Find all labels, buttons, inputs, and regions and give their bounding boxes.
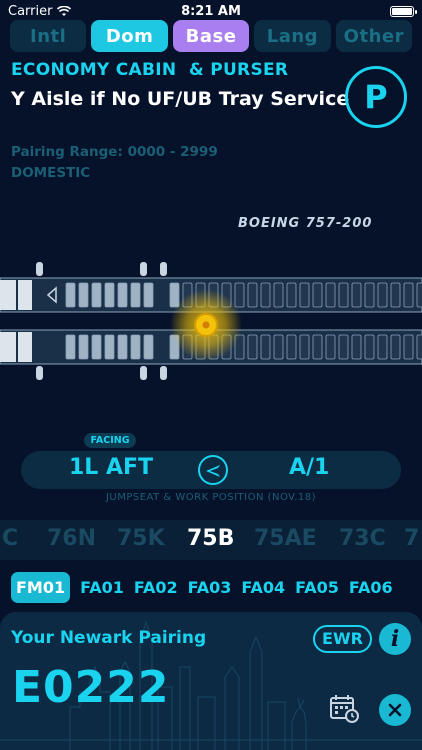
seat [234, 282, 245, 308]
close-button[interactable] [379, 694, 411, 726]
lav-right [0, 332, 16, 362]
pairing-card: Your Newark Pairing EWR i E0222 [0, 612, 422, 750]
tab-intl[interactable]: Intl [10, 20, 87, 52]
seat [286, 334, 297, 360]
jumpseat-caption: JUMPSEAT & WORK POSITION (NOV.18) [105, 492, 317, 503]
position-selector: FM01 FA01 FA02 FA03 FA04 FA05 FA06 [11, 570, 415, 604]
aircraft-name: BOEING 757-200 [238, 216, 373, 231]
galley-right [18, 332, 32, 362]
seat [312, 282, 323, 308]
seat-map[interactable] [0, 258, 422, 393]
seat [312, 334, 323, 360]
status-time: 8:21 AM [181, 3, 241, 19]
service-description: Y Aisle if No UF/UB Tray Service [11, 88, 350, 110]
seat [286, 282, 297, 308]
seat [338, 282, 349, 308]
picker-item[interactable]: 75K [117, 526, 165, 551]
position-fa05[interactable]: FA05 [295, 578, 339, 597]
seat [78, 334, 89, 360]
jumpseat-bar: 1L AFT A/1 [21, 451, 401, 489]
seat [143, 334, 154, 360]
seat [364, 334, 375, 360]
tab-base[interactable]: Base [172, 20, 250, 52]
facing-badge: FACING [84, 433, 136, 448]
pairing-title: Your Newark Pairing [11, 628, 207, 648]
tab-lang[interactable]: Lang [254, 20, 331, 52]
close-icon [388, 703, 402, 717]
seat [130, 334, 141, 360]
airport-chip[interactable]: EWR [313, 625, 372, 653]
seat [338, 334, 349, 360]
seat-rows-right [65, 334, 422, 360]
position-fa06[interactable]: FA06 [349, 578, 393, 597]
category-tabs: Intl Dom Base Lang Other [10, 20, 413, 52]
position-fm01[interactable]: FM01 [11, 571, 71, 603]
seat [403, 334, 414, 360]
pairing-picker[interactable]: C 76N 75K 75B 75AE 73C 7 [0, 520, 422, 560]
pairing-range: Pairing Range: 0000 - 2999 [11, 144, 218, 160]
seat [351, 282, 362, 308]
status-bar: Carrier 8:21 AM [0, 0, 422, 22]
seat-rows-left [65, 282, 422, 308]
cabin-title: ECONOMY CABIN & PURSER [11, 60, 289, 80]
seat [273, 334, 284, 360]
pairing-code: E0222 [12, 662, 170, 713]
seat [273, 282, 284, 308]
seat [143, 282, 154, 308]
calendar-icon[interactable] [328, 692, 360, 724]
position-fa02[interactable]: FA02 [134, 578, 178, 597]
seat-assignment: A/1 [289, 455, 330, 480]
seat [416, 282, 422, 308]
seat [299, 334, 310, 360]
picker-item[interactable]: 7 [404, 526, 419, 551]
seat [104, 282, 115, 308]
seat [91, 282, 102, 308]
seat [377, 282, 388, 308]
seat [390, 334, 401, 360]
seat [260, 282, 271, 308]
picker-item[interactable]: C [2, 526, 18, 551]
seat [130, 282, 141, 308]
seat [78, 282, 89, 308]
position-fa01[interactable]: FA01 [80, 578, 124, 597]
seat [247, 334, 258, 360]
picker-item[interactable]: 75AE [254, 526, 317, 551]
seat [65, 282, 76, 308]
position-fa04[interactable]: FA04 [241, 578, 285, 597]
seat [104, 334, 115, 360]
seat [260, 334, 271, 360]
seat [299, 282, 310, 308]
seat [325, 334, 336, 360]
seat [247, 282, 258, 308]
jumpseat-dot [202, 321, 210, 329]
tab-dom[interactable]: Dom [91, 20, 168, 52]
lav-left [0, 280, 16, 310]
seat [403, 282, 414, 308]
seat [364, 282, 375, 308]
airplane-icon [198, 455, 228, 485]
tab-other[interactable]: Other [335, 20, 413, 52]
seat [416, 334, 422, 360]
purser-badge: P [345, 66, 407, 128]
seat [390, 282, 401, 308]
picker-item-selected[interactable]: 75B [187, 526, 234, 551]
seat [117, 282, 128, 308]
seat [65, 334, 76, 360]
seat-map-diagram [0, 262, 422, 380]
seat [377, 334, 388, 360]
pairing-category: DOMESTIC [11, 165, 91, 181]
seat [325, 282, 336, 308]
picker-item[interactable]: 76N [47, 526, 96, 551]
info-button[interactable]: i [379, 623, 411, 655]
picker-item[interactable]: 73C [339, 526, 386, 551]
seat [91, 334, 102, 360]
seat [351, 334, 362, 360]
galley-left [18, 280, 32, 310]
seat [117, 334, 128, 360]
position-fa03[interactable]: FA03 [188, 578, 232, 597]
jumpseat-position: 1L AFT [69, 455, 154, 480]
battery-icon [390, 5, 417, 17]
